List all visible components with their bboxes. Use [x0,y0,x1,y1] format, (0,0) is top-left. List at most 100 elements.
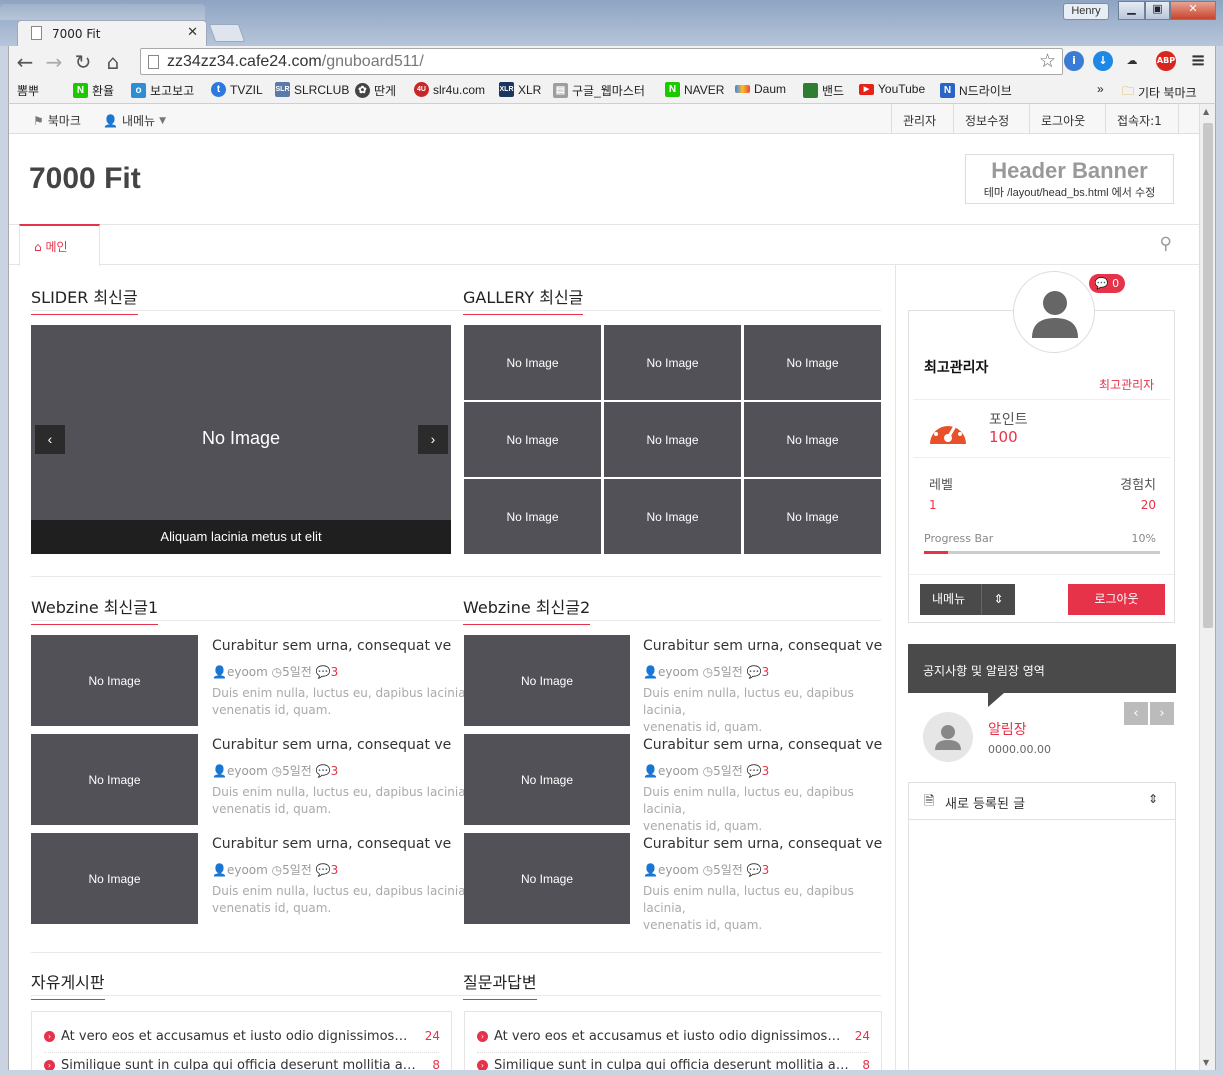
comments-icon: 💬 [1094,277,1109,290]
logout-link[interactable]: 로그아웃 [1029,104,1096,134]
menu-icon[interactable]: ≡ [1188,51,1208,71]
bookmark-link[interactable]: ⚑ 북마크 [33,112,81,129]
webzine-thumb[interactable]: No Image [31,734,198,825]
gallery-item[interactable]: No Image [744,479,881,554]
other-bookmarks[interactable]: 🗀 기타 북마크 [1122,82,1197,103]
gallery-item[interactable]: No Image [604,479,741,554]
banner-title: Header Banner [991,158,1148,183]
gallery-item[interactable]: No Image [744,402,881,477]
close-window-icon[interactable]: ✕ [1170,1,1216,20]
download-icon[interactable]: ↓ [1093,51,1113,71]
gallery-item[interactable]: No Image [604,325,741,400]
bookmark-item[interactable]: SLR SLRCLUB [275,82,349,97]
bookmark-item[interactable]: Daum [735,82,786,96]
header-banner[interactable]: Header Banner 테마 /layout/head_bs.html 에서… [965,154,1174,204]
bookmark-item[interactable]: 4U slr4u.com [414,82,485,97]
divider [477,1052,869,1053]
bookmark-item[interactable]: N N드라이브 [940,82,1012,99]
list-item[interactable]: › Similique sunt in culpa qui officia des… [44,1058,416,1070]
webzine-thumb[interactable]: No Image [464,833,630,924]
webzine-thumb[interactable]: No Image [31,833,198,924]
notice-name[interactable]: 알림장 [988,719,1027,739]
bookmark-item[interactable]: N 환율 [73,82,114,99]
menu-item-home[interactable]: ⌂ 메인 [19,224,100,266]
bookmark-item[interactable]: N NAVER [665,82,724,97]
webzine-post-title[interactable]: Curabitur sem urna, consequat ve [643,836,882,852]
scroll-down-icon[interactable]: ▼ [1203,1058,1209,1067]
back-icon[interactable]: ← [13,50,37,74]
webzine-post-title[interactable]: Curabitur sem urna, consequat ve [212,836,451,852]
webzine-post-title[interactable]: Curabitur sem urna, consequat ve [643,737,882,753]
search-icon[interactable]: ⚲ [1160,234,1172,254]
webzine-thumb[interactable]: No Image [464,734,630,825]
bookmark-item[interactable]: ▤ 구글_웹마스터 [553,82,645,99]
webzine-post-title[interactable]: Curabitur sem urna, consequat ve [212,737,451,753]
bookmark-item[interactable]: 밴드 [803,82,844,99]
site-logo[interactable]: 7000 Fit [29,162,141,196]
webzine-post-title[interactable]: Curabitur sem urna, consequat ve [212,638,451,654]
message-count-badge[interactable]: 💬 0 [1089,274,1125,293]
mymenu-link[interactable]: 👤 내메뉴 ▼ [103,112,166,129]
forward-icon[interactable]: → [42,50,66,74]
list-item[interactable]: › Similique sunt in culpa qui officia des… [477,1058,849,1070]
slider-next-button[interactable]: › [418,425,448,454]
mymenu-dropdown-button[interactable]: 내메뉴 ⇕ [920,584,1015,615]
bookmark-icon: 4U [414,82,429,97]
new-tab-button[interactable] [208,24,246,42]
gallery-item[interactable]: No Image [464,325,601,400]
progress-label: Progress Bar [924,532,994,545]
scrollbar-thumb[interactable] [1203,123,1213,628]
webzine-post-title[interactable]: Curabitur sem urna, consequat ve [643,638,882,654]
tab-active[interactable]: 7000 Fit ✕ [17,20,207,46]
minimize-icon[interactable]: ▁ [1118,1,1145,20]
list-item[interactable]: › At vero eos et accusamus et iusto odio … [44,1029,407,1044]
close-tab-icon[interactable]: ✕ [187,25,198,40]
bookmark-star-icon[interactable]: ☆ [1039,50,1056,73]
background-tab-row[interactable] [0,4,205,20]
ndrive-icon: N [940,83,955,98]
user-icon: 👤 [643,764,658,778]
bookmark-item[interactable]: o 보고보고 [131,82,194,99]
slider[interactable]: No Image ‹ › Aliquam lacinia metus ut el… [31,325,451,554]
bookmark-icon: ✿ [355,83,370,98]
webzine-thumb[interactable]: No Image [31,635,198,726]
new-posts-header[interactable]: 🗎 새로 등록된 글 ⇕ [909,783,1175,820]
bookmark-item[interactable]: XLR XLR [499,82,541,97]
webzine-thumb[interactable]: No Image [464,635,630,726]
edit-info-link[interactable]: 정보수정 [953,104,1020,134]
profile-button[interactable]: Henry [1063,3,1109,20]
home-icon[interactable]: ⌂ [101,50,125,74]
bookmark-item[interactable]: 뽐뿌 [17,82,39,99]
slider-caption[interactable]: Aliquam lacinia metus ut elit [31,520,451,554]
scroll-up-icon[interactable]: ▲ [1203,107,1209,116]
gallery-item[interactable]: No Image [744,325,881,400]
gallery-item[interactable]: No Image [464,402,601,477]
maximize-icon[interactable]: ▣ [1145,1,1170,20]
list-item[interactable]: › At vero eos et accusamus et iusto odio … [477,1029,840,1044]
bookmark-item[interactable]: ▶ YouTube [859,82,925,96]
gallery-item[interactable]: No Image [604,402,741,477]
admin-link[interactable]: 관리자 [891,104,947,134]
chevron-right-icon: › [477,1031,488,1042]
adblock-icon[interactable]: ABP [1156,51,1176,71]
notice-next-button[interactable]: › [1150,702,1174,725]
bookmark-item[interactable]: ✿ 딴게 [355,82,396,99]
comment-count: 24 [854,1029,870,1043]
cloud-icon[interactable]: ☁ [1122,51,1142,71]
extension-icon[interactable]: i [1064,51,1084,71]
gallery-item[interactable]: No Image [464,479,601,554]
avatar[interactable] [1013,271,1095,353]
bookmarks-overflow[interactable]: » [1097,82,1104,96]
webzine-post-desc: Duis enim nulla, luctus eu, dapibus laci… [212,785,470,816]
visitors-link[interactable]: 접속자:1 [1105,104,1179,134]
slider-prev-button[interactable]: ‹ [35,425,65,454]
logout-button[interactable]: 로그아웃 [1068,584,1165,615]
webzine-post-meta: 👤eyoom ◷5일전 💬3 [212,665,339,679]
page-scrollbar[interactable]: ▲ ▼ [1199,104,1215,1070]
address-bar[interactable]: zz34zz34.cafe24.com/gnuboard511/ ☆ [140,48,1063,75]
tab-title: 7000 Fit [52,27,101,41]
notice-prev-button[interactable]: ‹ [1124,702,1148,725]
sort-icon[interactable]: ⇕ [1148,792,1158,806]
reload-icon[interactable]: ↻ [71,50,95,74]
bookmark-item[interactable]: t TVZIL [211,82,263,97]
